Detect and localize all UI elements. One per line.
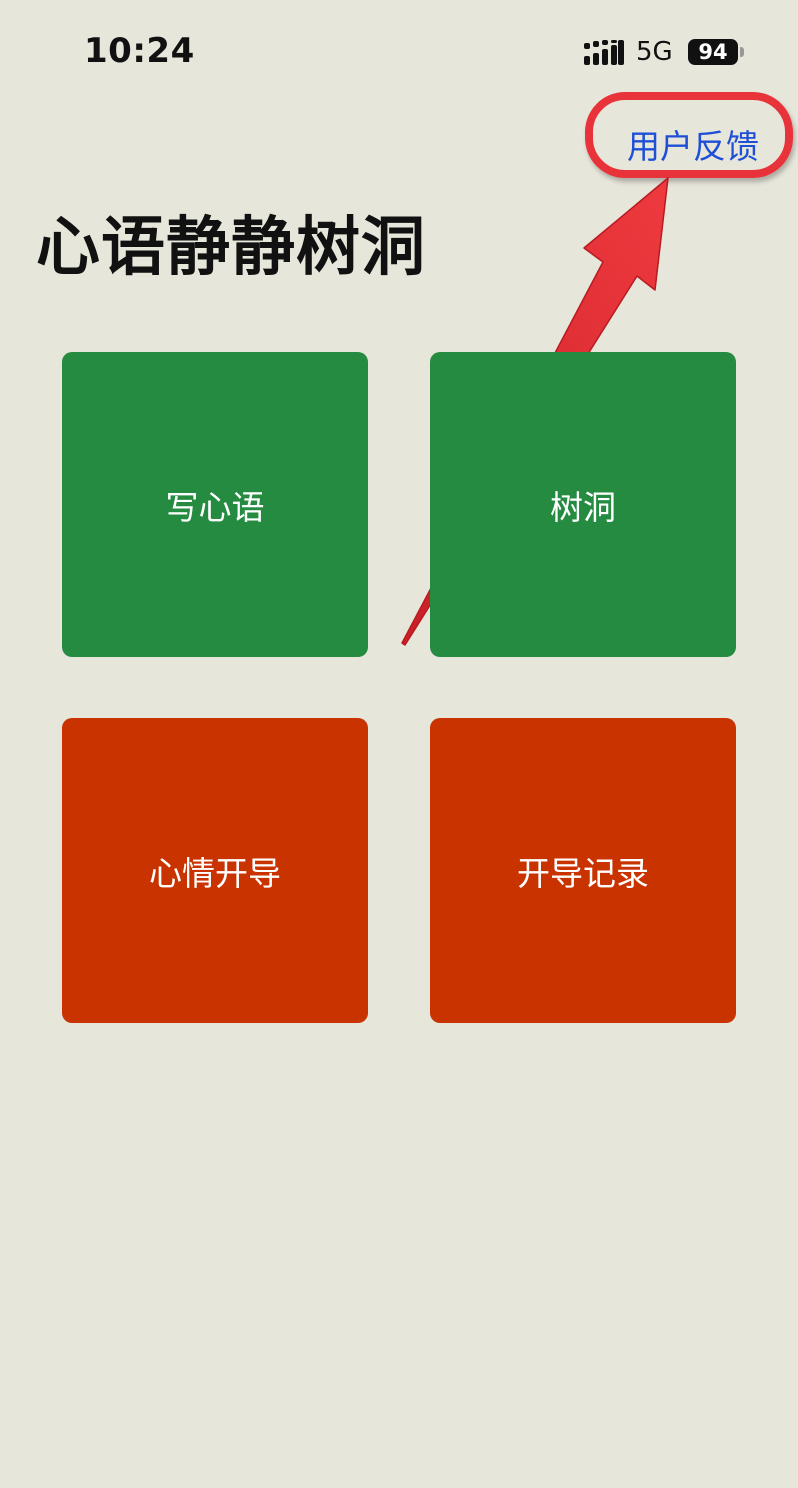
signal-icon [584, 40, 624, 65]
battery-icon: 94 [688, 39, 738, 65]
battery-tip [740, 47, 744, 57]
tile-label: 心情开导 [149, 853, 281, 893]
status-time: 10:24 [84, 31, 195, 71]
status-bar: 10:24 5G 94 [0, 0, 798, 100]
tile-label: 开导记录 [517, 853, 649, 893]
tree-hole-tile[interactable]: 树洞 [430, 352, 736, 657]
counsel-records-tile[interactable]: 开导记录 [430, 718, 736, 1023]
tile-label: 树洞 [550, 487, 616, 527]
mood-counsel-tile[interactable]: 心情开导 [62, 718, 368, 1023]
write-note-tile[interactable]: 写心语 [62, 352, 368, 657]
feedback-link[interactable]: 用户反馈 [627, 120, 759, 168]
network-type: 5G [636, 37, 673, 67]
battery-level: 94 [698, 40, 728, 64]
page-title: 心语静静树洞 [36, 211, 426, 285]
tile-label: 写心语 [165, 487, 265, 527]
